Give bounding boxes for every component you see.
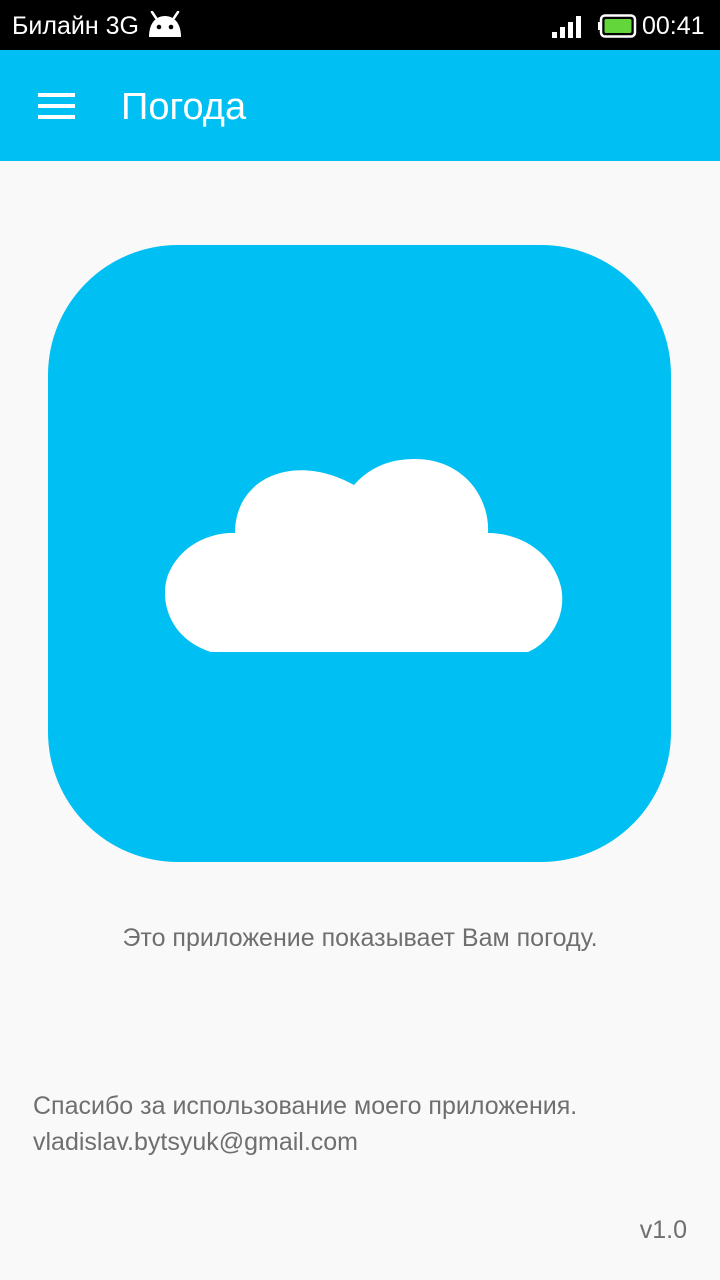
android-icon (149, 11, 181, 37)
version-label: v1.0 (639, 1216, 687, 1244)
menu-line (38, 93, 75, 97)
battery-icon (598, 14, 637, 38)
clock: 00:41 (642, 12, 705, 40)
app-description: Это приложение показывает Вам погоду. (122, 924, 598, 952)
app-logo (48, 245, 671, 862)
menu-line (38, 104, 75, 108)
app-title: Погода (121, 86, 247, 128)
email-link[interactable]: vladislav.bytsyuk@gmail.com (33, 1124, 358, 1160)
app-bar: Погода (0, 50, 720, 161)
signal-icon (552, 16, 581, 38)
cloud-icon (165, 459, 563, 652)
hamburger-menu-icon[interactable] (24, 74, 88, 138)
carrier-label: Билайн 3G (12, 12, 139, 40)
thanks-text: Спасибо за использование моего приложени… (33, 1092, 578, 1120)
menu-line (38, 115, 75, 119)
status-bar: Билайн 3G 00:41 (0, 0, 720, 50)
